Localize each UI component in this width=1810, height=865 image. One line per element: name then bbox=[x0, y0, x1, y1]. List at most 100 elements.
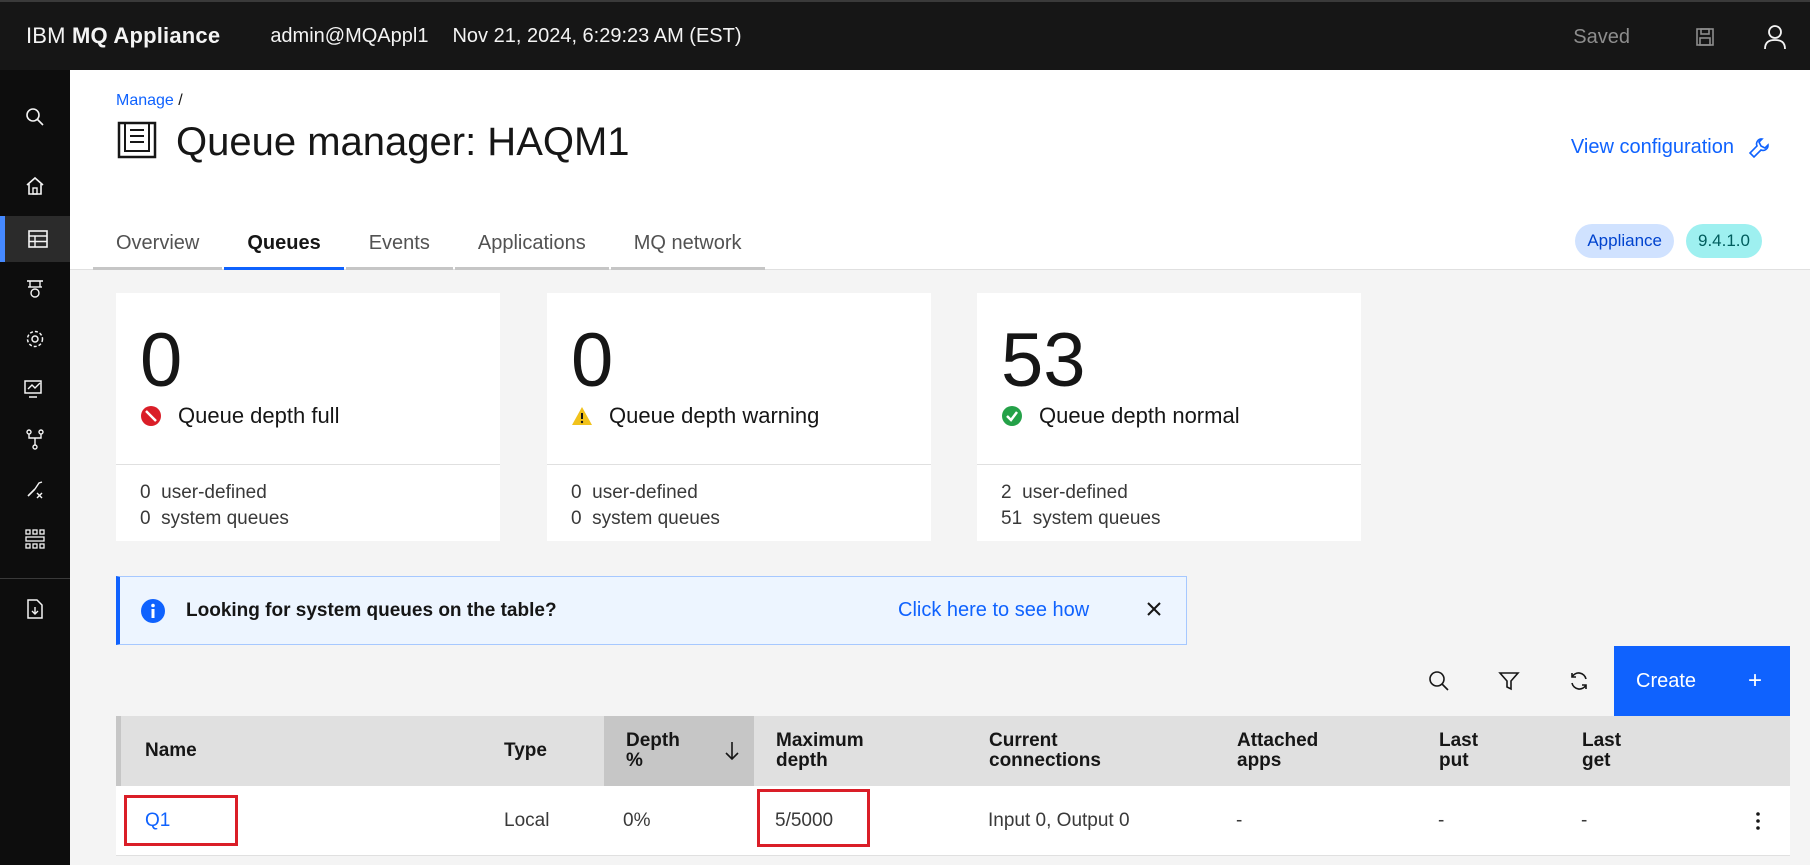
notification-link[interactable]: Click here to see how bbox=[898, 599, 1089, 622]
system-queue-label: system queues bbox=[592, 508, 720, 529]
version-tag: 9.4.1.0 bbox=[1686, 224, 1762, 258]
column-header-maximum-depth[interactable]: Maximum depth bbox=[776, 716, 864, 786]
table-row[interactable]: Q1 Local 0% 5/5000 Input 0, Output 0 - -… bbox=[116, 786, 1790, 856]
user-label: admin@MQAppl1 bbox=[270, 24, 429, 47]
column-header-last-get[interactable]: Last get bbox=[1582, 716, 1621, 786]
tab-mq-network[interactable]: MQ network bbox=[610, 220, 765, 270]
save-icon[interactable] bbox=[1670, 2, 1740, 72]
create-button-label: Create bbox=[1636, 669, 1697, 692]
create-button[interactable]: Create + bbox=[1614, 646, 1790, 716]
view-configuration-link[interactable]: View configuration bbox=[1571, 136, 1770, 159]
rail-divider bbox=[0, 578, 70, 579]
highlight-box-max-depth bbox=[757, 789, 870, 847]
queue-type: Local bbox=[504, 810, 550, 831]
user-defined-count: 0 bbox=[571, 482, 582, 503]
tile-count: 0 bbox=[140, 318, 183, 403]
add-icon: + bbox=[1747, 667, 1762, 694]
refresh-icon[interactable] bbox=[1544, 646, 1614, 716]
column-header-depth-line1: Depth bbox=[626, 730, 680, 751]
queue-manager-icon bbox=[116, 120, 158, 165]
queue-attached-apps: - bbox=[1236, 810, 1243, 831]
tab-events[interactable]: Events bbox=[345, 220, 453, 270]
rail-export-icon[interactable] bbox=[0, 586, 70, 632]
column-header-get-line2: get bbox=[1582, 750, 1611, 771]
table-search-icon[interactable] bbox=[1404, 646, 1474, 716]
saved-status: Saved bbox=[1573, 25, 1630, 48]
column-header-attached-apps[interactable]: Attached apps bbox=[1237, 716, 1318, 786]
tile-label: Queue depth full bbox=[178, 403, 340, 428]
breadcrumb-manage-link[interactable]: Manage bbox=[116, 92, 174, 109]
warning-icon bbox=[572, 407, 592, 425]
system-queue-label: system queues bbox=[1032, 508, 1161, 529]
tile-queue-depth-full: 0 Queue depth full 0 user-defined 0 syst… bbox=[116, 293, 500, 541]
user-profile-icon[interactable] bbox=[1740, 2, 1810, 72]
system-queue-label: system queues bbox=[161, 508, 289, 529]
side-rail bbox=[0, 70, 70, 865]
column-header-current-connections[interactable]: Current connections bbox=[989, 716, 1101, 786]
tab-applications[interactable]: Applications bbox=[454, 220, 609, 270]
breadcrumb-separator: / bbox=[173, 92, 183, 109]
rail-home-icon[interactable] bbox=[0, 163, 70, 209]
rail-settings-icon[interactable] bbox=[0, 316, 70, 362]
info-icon bbox=[141, 598, 165, 623]
queue-depth-percent: 0% bbox=[623, 810, 651, 831]
rail-monitor-icon[interactable] bbox=[0, 366, 70, 412]
rail-search-icon[interactable] bbox=[0, 94, 70, 140]
user-defined-label: user-defined bbox=[592, 482, 698, 503]
highlight-box-name bbox=[124, 795, 238, 846]
column-header-depth[interactable]: Depth% bbox=[604, 716, 754, 786]
tile-count: 53 bbox=[1001, 318, 1086, 403]
tile-label: Queue depth normal bbox=[1039, 403, 1240, 428]
user-defined-label: user-defined bbox=[161, 482, 267, 503]
column-header-conn-line1: Current bbox=[989, 730, 1058, 751]
timestamp: Nov 21, 2024, 6:29:23 AM (EST) bbox=[452, 24, 742, 47]
top-header: IBM MQ Appliance admin@MQAppl1 Nov 21, 2… bbox=[0, 0, 1810, 70]
column-header-conn-line2: connections bbox=[989, 750, 1101, 771]
tile-divider bbox=[977, 464, 1361, 465]
table-header: Name Type Depth% Maximum depth Current con… bbox=[116, 716, 1790, 786]
page-header: Manage / Queue manager: HAQM1 View confi… bbox=[70, 70, 1810, 270]
rail-events-icon[interactable] bbox=[0, 266, 70, 312]
queue-last-get: - bbox=[1581, 810, 1588, 831]
breadcrumb: Manage / bbox=[116, 92, 183, 110]
filter-icon[interactable] bbox=[1474, 646, 1544, 716]
close-icon[interactable] bbox=[1144, 599, 1164, 624]
column-header-put-line1: Last bbox=[1439, 730, 1479, 751]
column-header-max-line1: Maximum bbox=[776, 730, 864, 751]
tab-queues[interactable]: Queues bbox=[224, 220, 344, 270]
brand-prefix: IBM bbox=[26, 23, 73, 48]
column-header-depth-line2: % bbox=[626, 750, 643, 771]
sort-descending-icon bbox=[725, 742, 739, 761]
column-header-name[interactable]: Name bbox=[145, 716, 197, 786]
user-defined-count: 2 bbox=[1001, 482, 1012, 503]
rail-tools-icon[interactable] bbox=[0, 466, 70, 512]
column-header-apps-line2: apps bbox=[1237, 750, 1282, 771]
user-defined-count: 0 bbox=[140, 482, 151, 503]
tab-overview[interactable]: Overview bbox=[93, 220, 223, 270]
view-configuration-label: View configuration bbox=[1570, 136, 1734, 158]
wrench-icon bbox=[1748, 137, 1769, 158]
column-header-put-line2: put bbox=[1439, 750, 1469, 771]
tile-count: 0 bbox=[571, 318, 614, 403]
info-notification: Looking for system queues on the table? … bbox=[116, 576, 1187, 645]
tile-divider bbox=[116, 464, 500, 465]
page-title: Queue manager: HAQM1 bbox=[176, 120, 630, 164]
column-header-last-put[interactable]: Last put bbox=[1439, 716, 1478, 786]
tile-divider bbox=[547, 464, 931, 465]
column-header-get-line1: Last bbox=[1582, 730, 1622, 751]
tab-bar: Overview Queues Events Applications MQ n… bbox=[93, 220, 767, 270]
column-header-type[interactable]: Type bbox=[504, 716, 547, 786]
overflow-menu-icon[interactable] bbox=[1738, 786, 1778, 856]
success-icon bbox=[1002, 406, 1022, 426]
column-header-max-line2: depth bbox=[776, 750, 828, 771]
user-defined-label: user-defined bbox=[1022, 482, 1128, 503]
notification-text: Looking for system queues on the table? bbox=[186, 599, 557, 621]
rail-grid-icon[interactable] bbox=[0, 516, 70, 562]
brand-name[interactable]: IBM MQ Appliance bbox=[26, 23, 220, 49]
system-queue-count: 0 bbox=[571, 508, 582, 529]
tile-queue-depth-warning: 0 Queue depth warning 0 user-defined 0 s… bbox=[547, 293, 931, 541]
system-queue-count: 51 bbox=[1001, 508, 1023, 529]
rail-manage-icon[interactable] bbox=[0, 216, 70, 262]
rail-network-icon[interactable] bbox=[0, 416, 70, 462]
tile-label: Queue depth warning bbox=[609, 403, 820, 428]
